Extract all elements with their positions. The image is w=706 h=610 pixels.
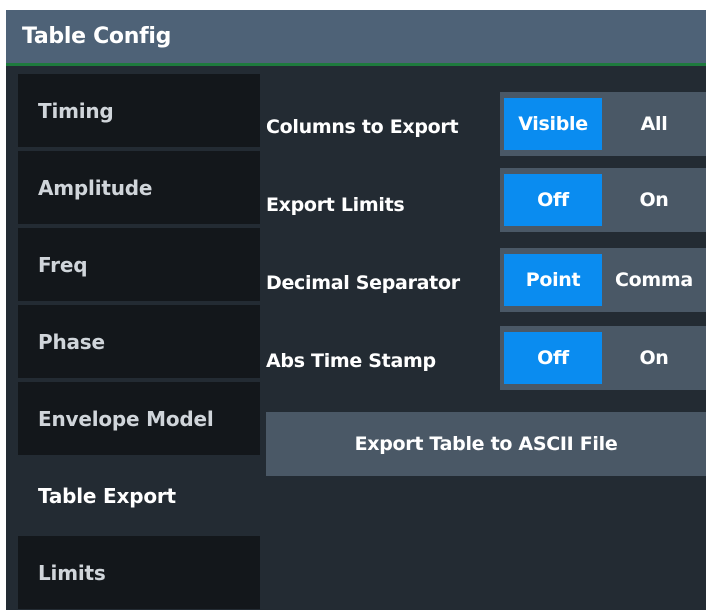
abs-time-stamp-off-option[interactable]: Off bbox=[504, 332, 602, 384]
tab-amplitude[interactable]: Amplitude bbox=[18, 151, 260, 224]
decimal-separator-label: Decimal Separator bbox=[266, 272, 460, 294]
decimal-separator-toggle: Point Comma bbox=[500, 248, 706, 312]
tab-freq[interactable]: Freq bbox=[18, 228, 260, 301]
table-config-dialog: Table Config Timing Amplitude Freq Phase… bbox=[6, 10, 706, 610]
abs-time-stamp-label: Abs Time Stamp bbox=[266, 350, 436, 372]
export-limits-on-option[interactable]: On bbox=[602, 174, 706, 226]
export-table-ascii-button[interactable]: Export Table to ASCII File bbox=[266, 412, 706, 476]
dialog-title: Table Config bbox=[22, 24, 172, 49]
title-bar: Table Config bbox=[6, 10, 706, 66]
columns-to-export-toggle: Visible All bbox=[500, 92, 706, 156]
export-limits-off-option[interactable]: Off bbox=[504, 174, 602, 226]
abs-time-stamp-toggle: Off On bbox=[500, 326, 706, 390]
tab-table-export[interactable]: Table Export bbox=[18, 459, 260, 532]
tab-limits[interactable]: Limits bbox=[18, 536, 260, 609]
export-limits-toggle: Off On bbox=[500, 168, 706, 232]
columns-visible-option[interactable]: Visible bbox=[504, 98, 602, 150]
columns-to-export-label: Columns to Export bbox=[266, 116, 459, 138]
tab-list: Timing Amplitude Freq Phase Envelope Mod… bbox=[18, 74, 260, 610]
tab-timing[interactable]: Timing bbox=[18, 74, 260, 147]
tab-envelope-model[interactable]: Envelope Model bbox=[18, 382, 260, 455]
tab-phase[interactable]: Phase bbox=[18, 305, 260, 378]
columns-all-option[interactable]: All bbox=[602, 98, 706, 150]
export-limits-label: Export Limits bbox=[266, 194, 405, 216]
decimal-point-option[interactable]: Point bbox=[504, 254, 602, 306]
table-export-panel: Columns to Export Visible All Export Lim… bbox=[266, 74, 706, 610]
abs-time-stamp-on-option[interactable]: On bbox=[602, 332, 706, 384]
decimal-comma-option[interactable]: Comma bbox=[602, 254, 706, 306]
